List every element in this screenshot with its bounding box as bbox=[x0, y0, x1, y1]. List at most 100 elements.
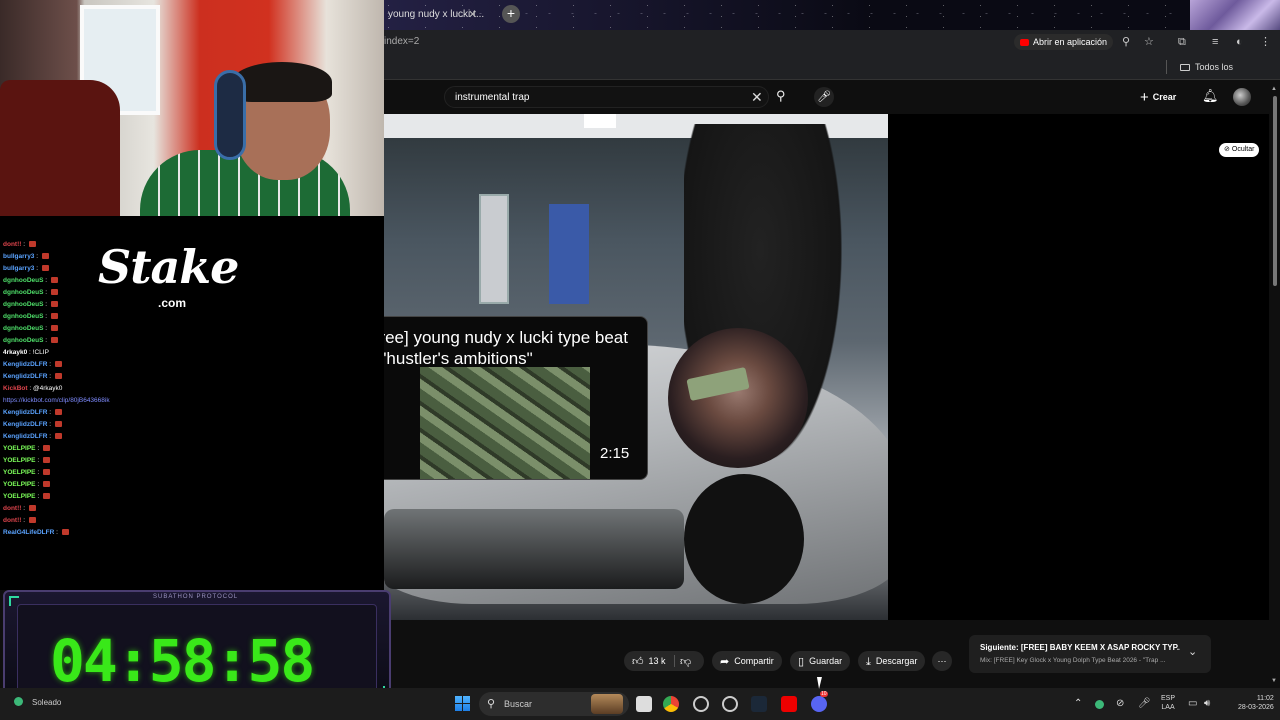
save-button[interactable]: ▯ Guardar bbox=[790, 651, 851, 671]
emote-icon bbox=[41, 265, 49, 271]
chevron-down-icon[interactable]: ⌄ bbox=[1188, 645, 1197, 658]
taskbar-search-placeholder: Buscar bbox=[504, 699, 533, 709]
webcam-feed bbox=[0, 0, 384, 216]
system-clock[interactable]: 11:02 28-03-2026 bbox=[1238, 694, 1274, 712]
plus-icon: + bbox=[1140, 89, 1149, 106]
task-view-icon[interactable] bbox=[636, 696, 652, 712]
hide-button[interactable]: ⊘ Ocultar bbox=[1219, 143, 1260, 157]
chat-username[interactable]: dgnhooDeuS bbox=[3, 337, 43, 344]
notifications-bell-icon[interactable]: 🔔︎ bbox=[1202, 88, 1219, 104]
chat-text[interactable]: https://kickbot.com/clip/80jB643668ik bbox=[3, 397, 110, 404]
emote-icon bbox=[28, 241, 36, 247]
chat-username[interactable]: dgnhooDeuS bbox=[3, 313, 43, 320]
chat-message: dgnhooDeuS : bbox=[3, 325, 58, 333]
open-in-app-button[interactable]: Abrir en aplicación bbox=[1014, 34, 1114, 50]
chat-username[interactable]: dgnhooDeuS bbox=[3, 325, 43, 332]
chat-message: KickBot : @4rkayk0 bbox=[3, 385, 62, 393]
emote-icon bbox=[50, 313, 58, 319]
profile-icon[interactable]: ◐ bbox=[1236, 34, 1243, 50]
steam-icon[interactable] bbox=[751, 696, 767, 712]
windows-start-icon[interactable] bbox=[455, 696, 470, 711]
like-button[interactable]: 👍︎ 13 k bbox=[624, 651, 674, 671]
chat-username[interactable]: YOELPIPE bbox=[3, 457, 36, 464]
browser-tab[interactable]: young nudy x lucki t... bbox=[384, 2, 496, 28]
chat-message: KenglidzDLFR : bbox=[3, 361, 62, 369]
chat-username[interactable]: RealG4LifeDLFR bbox=[3, 529, 54, 536]
network-off-icon[interactable]: ⊘ bbox=[1116, 698, 1124, 709]
chat-username[interactable]: dont!! bbox=[3, 241, 21, 248]
status-dot-icon[interactable] bbox=[1095, 700, 1104, 709]
chat-message: KenglidzDLFR : bbox=[3, 373, 62, 381]
chat-username[interactable]: dgnhooDeuS bbox=[3, 277, 43, 284]
emote-icon bbox=[41, 253, 49, 259]
channel-watermark[interactable] bbox=[668, 328, 808, 468]
emote-icon bbox=[50, 289, 58, 295]
taskbar-search[interactable]: ⚲ Buscar bbox=[479, 692, 629, 716]
chat-username[interactable]: KenglidzDLFR bbox=[3, 433, 47, 440]
bookmark-star-icon[interactable]: ☆ bbox=[1144, 34, 1154, 50]
zoom-icon[interactable]: ⚲ bbox=[1122, 34, 1130, 50]
chat-username[interactable]: dont!! bbox=[3, 517, 21, 524]
chat-username[interactable]: KickBot bbox=[3, 385, 28, 392]
chat-username[interactable]: dgnhooDeuS bbox=[3, 289, 43, 296]
chat-username[interactable]: YOELPIPE bbox=[3, 469, 36, 476]
search-highlight-image bbox=[591, 694, 623, 714]
chat-username[interactable]: dont!! bbox=[3, 505, 21, 512]
new-tab-button[interactable]: + bbox=[502, 5, 520, 23]
up-next-card[interactable]: Siguiente: [FREE] BABY KEEM X ASAP ROCKY… bbox=[969, 635, 1211, 673]
chat-separator: : bbox=[43, 289, 49, 296]
address-bar[interactable]: index=2 Abrir en aplicación ⚲ ☆ ⧉ ≡ ◐ ⋮ bbox=[384, 30, 1280, 54]
search-query[interactable]: instrumental trap bbox=[455, 87, 529, 108]
chat-username[interactable]: YOELPIPE bbox=[3, 445, 36, 452]
chat-separator: : bbox=[47, 409, 53, 416]
microphone-tray-icon[interactable]: 🎤︎ bbox=[1138, 698, 1151, 709]
endscreen-video-card[interactable]: [free] young nudy x lucki type beat - "h… bbox=[357, 316, 648, 480]
chat-username[interactable]: YOELPIPE bbox=[3, 493, 36, 500]
search-input[interactable]: instrumental trap ✕ bbox=[444, 86, 769, 108]
chat-username[interactable]: bullgarry3 bbox=[3, 265, 34, 272]
scroll-down-icon[interactable]: ▼ bbox=[1271, 678, 1277, 684]
microphone-icon[interactable]: 🎤︎ bbox=[814, 87, 834, 107]
clear-search-icon[interactable]: ✕ bbox=[751, 87, 763, 108]
chat-message: YOELPIPE : bbox=[3, 481, 50, 489]
user-avatar[interactable] bbox=[1233, 88, 1251, 106]
chat-username[interactable]: KenglidzDLFR bbox=[3, 409, 47, 416]
youtube-app-icon[interactable] bbox=[781, 696, 797, 712]
bookmarks-bar: Todos los marcadores bbox=[384, 54, 1280, 98]
input-language[interactable]: ESP LAA bbox=[1161, 694, 1175, 712]
chevron-up-icon[interactable]: ⌃ bbox=[1074, 698, 1082, 709]
chat-username[interactable]: bullgarry3 bbox=[3, 253, 34, 260]
chat-username[interactable]: 4rkayk0 bbox=[3, 349, 27, 356]
extensions-icon[interactable]: ⧉ bbox=[1178, 34, 1186, 50]
volume-icon[interactable]: 🔊︎ bbox=[1204, 698, 1210, 709]
tab-close-icon[interactable]: ✕ bbox=[468, 8, 477, 21]
chat-username[interactable]: KenglidzDLFR bbox=[3, 361, 47, 368]
emote-icon bbox=[28, 517, 36, 523]
weather-widget[interactable]: Soleado bbox=[14, 697, 61, 707]
display-icon[interactable]: ▭ bbox=[1188, 698, 1197, 709]
more-icon: ⋯ bbox=[937, 656, 947, 666]
scroll-up-icon[interactable]: ▲ bbox=[1271, 86, 1277, 92]
url-text[interactable]: index=2 bbox=[384, 30, 419, 54]
scrollbar-thumb[interactable] bbox=[1273, 96, 1277, 286]
media-control-icon[interactable]: ≡ bbox=[1212, 34, 1218, 50]
download-button[interactable]: ⤓ Descargar bbox=[858, 651, 926, 671]
emote-icon bbox=[42, 445, 50, 451]
search-icon[interactable]: ⚲ bbox=[776, 88, 786, 104]
dislike-button[interactable]: 👎︎ bbox=[680, 651, 700, 671]
page-scrollbar[interactable]: ▲ ▼ bbox=[1271, 86, 1279, 686]
create-button[interactable]: + Crear bbox=[1140, 89, 1176, 106]
chat-username[interactable]: YOELPIPE bbox=[3, 481, 36, 488]
discord-icon[interactable]: 10 bbox=[811, 691, 828, 712]
chat-username[interactable]: dgnhooDeuS bbox=[3, 301, 43, 308]
chrome-icon[interactable] bbox=[663, 696, 679, 712]
obs-icon[interactable] bbox=[693, 696, 709, 712]
chat-message: dont!! : bbox=[3, 517, 36, 525]
browser-menu-icon[interactable]: ⋮ bbox=[1260, 34, 1271, 50]
chat-username[interactable]: KenglidzDLFR bbox=[3, 421, 47, 428]
weather-label: Soleado bbox=[32, 698, 62, 707]
more-actions-button[interactable]: ⋯ bbox=[932, 651, 952, 671]
share-button[interactable]: ➦ Compartir bbox=[712, 651, 782, 671]
media-player-icon[interactable] bbox=[722, 696, 738, 712]
chat-username[interactable]: KenglidzDLFR bbox=[3, 373, 47, 380]
